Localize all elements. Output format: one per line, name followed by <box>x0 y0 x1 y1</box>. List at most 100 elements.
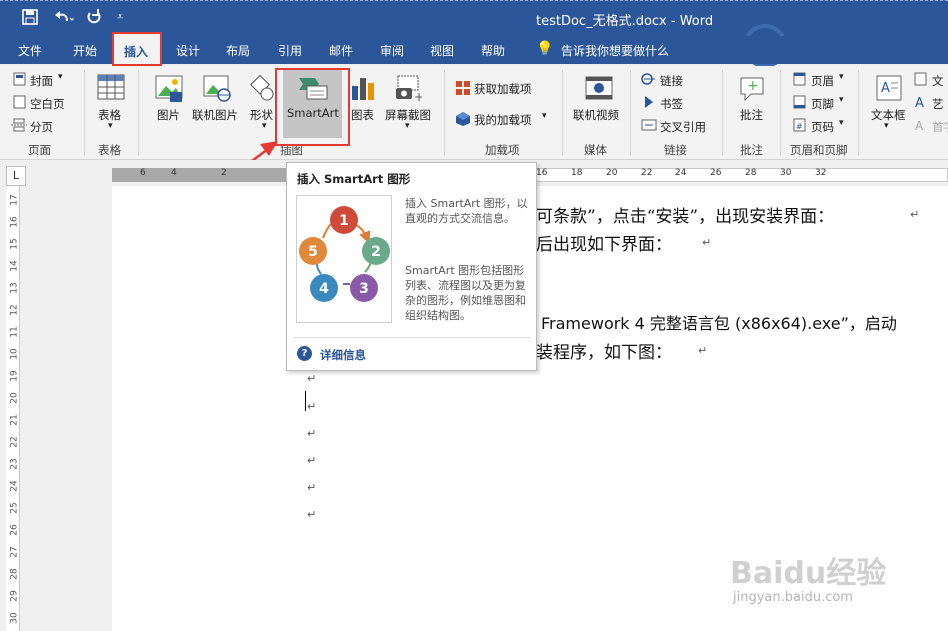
paragraph-mark: ↵ <box>307 400 317 413</box>
link-icon <box>641 72 657 89</box>
tab-design[interactable]: 设计 <box>176 42 200 59</box>
tell-me-search[interactable]: 告诉我你想要做什么 <box>561 42 669 59</box>
tab-home[interactable]: 开始 <box>73 42 97 59</box>
ruler-number: 18 <box>571 168 583 178</box>
tab-mailings[interactable]: 邮件 <box>329 42 353 59</box>
vertical-ruler-number: 20 <box>9 392 20 404</box>
tab-layout[interactable]: 布局 <box>226 42 250 59</box>
tab-help[interactable]: 帮助 <box>481 42 505 59</box>
svg-text:2: 2 <box>371 244 381 260</box>
link-button[interactable]: 链接 <box>660 73 683 89</box>
chevron-down-icon[interactable]: ▾ <box>262 121 267 131</box>
tooltip-title: 插入 SmartArt 图形 <box>297 172 411 186</box>
vertical-ruler-number: 17 <box>9 194 20 206</box>
vertical-ruler-number: 25 <box>9 502 20 514</box>
comment-icon: + <box>737 74 767 105</box>
bookmark-icon <box>643 95 657 112</box>
svg-text:+: + <box>414 90 422 102</box>
svg-text:+: + <box>747 78 759 94</box>
vertical-ruler-number: 19 <box>9 370 20 382</box>
cover-page-button[interactable]: 封面 <box>30 73 53 89</box>
vertical-ruler-number: 14 <box>9 260 20 272</box>
header-button[interactable]: 页眉 <box>811 73 834 89</box>
svg-text:1: 1 <box>339 213 349 229</box>
vertical-ruler-number: 28 <box>9 568 20 580</box>
tab-view[interactable]: 视图 <box>430 42 454 59</box>
document-line-4: 装程序，如下图： <box>536 343 672 363</box>
svg-text:A: A <box>915 96 924 109</box>
cross-reference-button[interactable]: 交叉引用 <box>660 119 706 135</box>
ruler-number: 6 <box>140 168 146 178</box>
svg-text:5: 5 <box>308 244 318 260</box>
group-label-tables: 表格 <box>98 143 121 157</box>
group-label-media: 媒体 <box>584 143 607 157</box>
customize-icon[interactable]: ⩡ <box>117 10 123 24</box>
wordart-button[interactable]: 艺 <box>932 96 944 112</box>
help-icon[interactable]: ? <box>297 346 312 361</box>
save-icon[interactable] <box>22 9 38 29</box>
title-bar: ⩡ testDoc_无格式.docx - Word <box>0 0 948 68</box>
ruler-number: 4 <box>171 168 177 178</box>
redo-icon[interactable] <box>86 9 102 29</box>
ribbon-insert: 封面 ▾ 空白页 分页 页面 表格 ▾ 表格 图片 联机图片 形状 ▾ 图表 +… <box>0 66 948 160</box>
dropcap-button[interactable]: 首字 <box>932 119 948 135</box>
tab-selector[interactable]: L <box>6 166 26 186</box>
textbox-icon: A <box>875 74 903 105</box>
vertical-ruler-number: 22 <box>9 436 20 448</box>
page-number-button[interactable]: 页码 <box>811 119 834 135</box>
smartart-cycle-preview: 1 2 3 4 5 <box>296 195 392 323</box>
ruler-number: 24 <box>675 168 687 178</box>
chevron-down-icon[interactable]: ▾ <box>839 118 844 128</box>
wordart-icon: A <box>914 95 927 112</box>
footer-button[interactable]: 页脚 <box>811 96 834 112</box>
paragraph-mark: ↵ <box>307 481 317 494</box>
svg-text:A: A <box>881 81 890 96</box>
tab-insert[interactable]: 插入 <box>124 43 148 60</box>
picture-button[interactable]: 图片 <box>157 107 180 123</box>
smartart-tooltip: 插入 SmartArt 图形 1 2 3 4 5 插入 SmartArt 图形，… <box>286 162 537 371</box>
chart-button[interactable]: 图表 <box>351 107 374 123</box>
document-line-1: 可条款”，点击“安装”，出现安装界面： <box>536 207 835 227</box>
ruler-number: 22 <box>641 168 653 178</box>
my-addins-button[interactable]: 我的加载项 <box>474 112 532 128</box>
online-picture-button[interactable]: 联机图片 <box>192 107 238 123</box>
page-break-icon <box>11 118 27 135</box>
get-addins-button[interactable]: 获取加载项 <box>474 81 532 97</box>
tab-references[interactable]: 引用 <box>278 42 302 59</box>
online-video-button[interactable]: 联机视频 <box>573 107 619 123</box>
group-label-comments: 批注 <box>740 143 763 157</box>
undo-icon[interactable] <box>52 9 75 29</box>
page-break-button[interactable]: 分页 <box>30 119 53 135</box>
new-comment-button[interactable]: 批注 <box>740 107 763 123</box>
ruler-number: 2 <box>221 168 227 178</box>
bookmark-button[interactable]: 书签 <box>660 96 683 112</box>
chevron-down-icon[interactable]: ▾ <box>58 72 63 82</box>
vertical-ruler-number: 30 <box>9 612 20 624</box>
svg-text:#: # <box>796 122 803 131</box>
vertical-ruler-number: 11 <box>9 326 20 338</box>
tab-review[interactable]: 审阅 <box>380 42 404 59</box>
vertical-ruler-number: 12 <box>9 304 20 316</box>
chevron-down-icon[interactable]: ▾ <box>839 95 844 105</box>
vertical-ruler-number: 29 <box>9 590 20 602</box>
tooltip-divider <box>293 337 531 338</box>
vertical-ruler-number: 24 <box>9 480 20 492</box>
tell-me-more-link[interactable]: 详细信息 <box>320 347 366 363</box>
vertical-ruler-number: 27 <box>9 546 20 558</box>
blank-page-button[interactable]: 空白页 <box>30 96 65 112</box>
paragraph-mark: ↵ <box>910 208 920 221</box>
ruler-number: 32 <box>815 168 827 178</box>
vertical-ruler-number: 13 <box>9 282 20 294</box>
ruler-number: 28 <box>745 168 757 178</box>
chevron-down-icon[interactable]: ▾ <box>884 121 889 131</box>
table-icon <box>97 74 125 103</box>
watermark-url: jingyan.baidu.com <box>733 590 853 605</box>
quick-parts-button[interactable]: 文 <box>932 73 944 89</box>
tab-file[interactable]: 文件 <box>18 42 42 59</box>
chevron-down-icon[interactable]: ▾ <box>542 111 547 121</box>
chevron-down-icon[interactable]: ▾ <box>839 72 844 82</box>
chevron-down-icon[interactable]: ▾ <box>108 121 113 131</box>
chevron-down-icon[interactable]: ▾ <box>405 121 410 131</box>
quick-parts-icon <box>914 72 927 89</box>
shapes-icon <box>249 74 275 105</box>
